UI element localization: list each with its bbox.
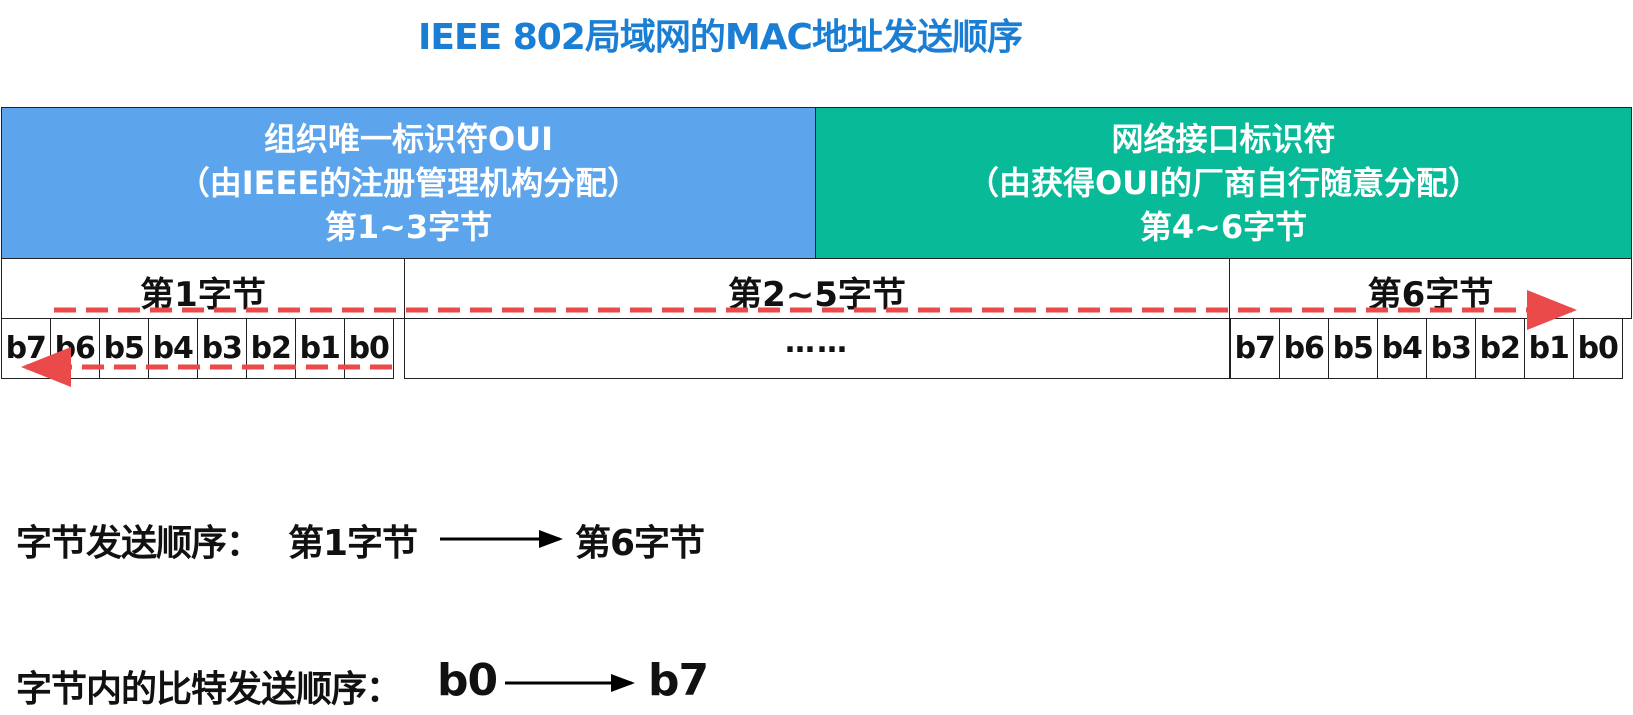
byte1-label: 第1字节: [140, 275, 266, 315]
bit-order-from: b0: [437, 655, 498, 706]
bit-cell: b6: [1278, 318, 1329, 379]
bit-cell: b4: [147, 318, 198, 379]
bit-cell: b1: [1523, 318, 1574, 379]
bit-cell: b3: [196, 318, 247, 379]
bit-cell: b2: [1474, 318, 1525, 379]
diagram-title: IEEE 802局域网的MAC地址发送顺序: [418, 17, 1023, 58]
byte-order-label: 字节发送顺序：: [16, 523, 262, 564]
bit-order-to: b7: [648, 655, 709, 706]
bit-cell: b5: [1327, 318, 1378, 379]
bit-cell: b5: [98, 318, 149, 379]
oui-box-line1: 组织唯一标识符OUI: [263, 120, 554, 158]
bit-cell: b7: [0, 318, 51, 379]
bit-cell: b3: [1425, 318, 1476, 379]
byte1-bits: b7 b6 b5 b4 b3 b2 b1 b0: [0, 318, 394, 379]
nic-box-line3: 第4~6字节: [1139, 208, 1308, 246]
oui-box-line2: （由IEEE的注册管理机构分配）: [177, 164, 640, 202]
nic-box: 网络接口标识符 （由获得OUI的厂商自行随意分配） 第4~6字节: [815, 107, 1632, 259]
byte-order-from: 第1字节: [288, 523, 418, 564]
oui-box-line3: 第1~3字节: [324, 208, 493, 246]
bit-cell: b4: [1376, 318, 1427, 379]
oui-box: 组织唯一标识符OUI （由IEEE的注册管理机构分配） 第1~3字节: [1, 107, 816, 259]
byte2-5-label: 第2~5字节: [728, 275, 906, 315]
bit-cell: b1: [294, 318, 345, 379]
byte6-cell: 第6字节: [1229, 258, 1632, 319]
bit-cell: b2: [245, 318, 296, 379]
bit-order-label: 字节内的比特发送顺序：: [16, 669, 402, 710]
bit-cell: b7: [1229, 318, 1280, 379]
ellipsis-text: ……: [785, 325, 849, 360]
bit-cell: b6: [49, 318, 100, 379]
ellipsis-cell: ……: [404, 318, 1230, 379]
nic-box-line1: 网络接口标识符: [1111, 120, 1336, 158]
byte2-5-cell: 第2~5字节: [404, 258, 1230, 319]
byte6-bits: b7 b6 b5 b4 b3 b2 b1 b0: [1229, 318, 1623, 379]
bit-cell: b0: [1572, 318, 1623, 379]
bit-cell: b0: [343, 318, 394, 379]
byte6-label: 第6字节: [1367, 275, 1494, 315]
byte1-cell: 第1字节: [1, 258, 405, 319]
byte-order-to: 第6字节: [575, 523, 705, 564]
nic-box-line2: （由获得OUI的厂商自行随意分配）: [966, 164, 1481, 202]
